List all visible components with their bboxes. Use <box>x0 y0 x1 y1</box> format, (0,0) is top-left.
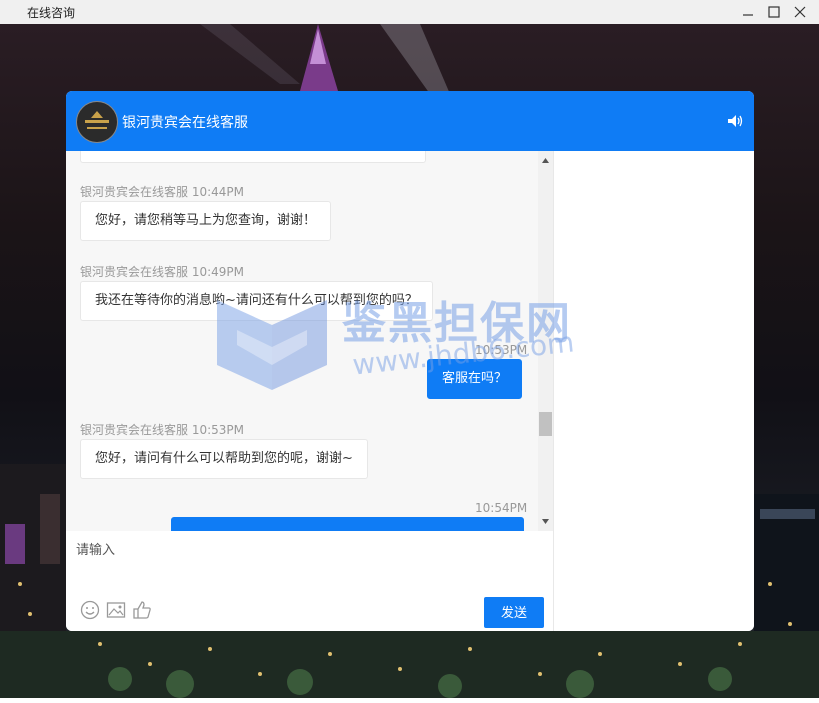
close-icon[interactable] <box>792 4 808 20</box>
message-meta: 银河贵宾会在线客服 10:44PM <box>80 185 244 199</box>
message-meta: 银河贵宾会在线客服 10:53PM <box>80 423 244 437</box>
speaker-icon[interactable] <box>726 113 744 129</box>
minimize-icon[interactable] <box>740 4 756 20</box>
scroll-down-icon[interactable] <box>541 517 550 526</box>
message-bubble-partial <box>80 151 426 163</box>
image-icon[interactable] <box>106 600 126 620</box>
message-bubble-agent: 我还在等待你的消息哟~请问还有什么可以帮到您的吗？ <box>80 281 433 321</box>
galaxy-logo <box>76 101 118 143</box>
window-title: 在线咨询 <box>27 6 76 20</box>
smiley-icon[interactable] <box>80 600 100 620</box>
chat-window: 银河贵宾会在线客服 银河贵宾会在线客服 10:44PM 您好，请您稍等马上为您查… <box>66 91 754 631</box>
maximize-icon[interactable] <box>766 4 782 20</box>
message-bubble-user: 客服在吗？ <box>427 359 523 399</box>
message-meta: 10:54PM <box>475 501 528 515</box>
scroll-up-icon[interactable] <box>541 156 550 165</box>
send-button[interactable]: 发送 <box>484 597 544 628</box>
side-panel <box>553 151 754 631</box>
message-list[interactable]: 银河贵宾会在线客服 10:44PM 您好，请您稍等马上为您查询，谢谢！ 银河贵宾… <box>66 151 538 531</box>
window-titlebar: 在线咨询 <box>0 0 819 25</box>
chat-title: 银河贵宾会在线客服 <box>122 115 248 131</box>
message-meta: 10:53PM <box>475 343 528 357</box>
thumbs-up-icon[interactable] <box>132 600 152 620</box>
message-input[interactable] <box>66 531 553 587</box>
input-area: 发送 <box>66 531 553 631</box>
message-meta: 银河贵宾会在线客服 10:49PM <box>80 265 244 279</box>
scroll-thumb[interactable] <box>539 412 552 436</box>
chat-header: 银河贵宾会在线客服 <box>66 91 754 151</box>
message-bubble-agent: 您好，请您稍等马上为您查询，谢谢！ <box>80 201 332 241</box>
message-bubble-agent: 您好，请问有什么可以帮助到您的呢，谢谢~ <box>80 439 368 479</box>
message-bubble-user-partial <box>171 517 524 531</box>
message-scrollbar[interactable] <box>538 151 553 531</box>
